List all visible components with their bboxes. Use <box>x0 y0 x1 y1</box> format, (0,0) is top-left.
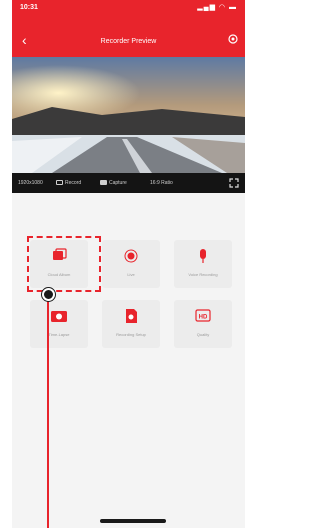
tile-quality[interactable]: HD Quality <box>174 300 232 348</box>
tile-label: Voice Recording <box>188 272 218 277</box>
app-header: 10:31 ▂▄▆ ◠ ▬ ‹ Recorder Preview <box>12 0 245 57</box>
tile-label: Live <box>127 272 135 277</box>
tile-label: Quality <box>196 332 210 337</box>
camera-icon <box>100 180 107 186</box>
pointer-line <box>47 297 49 528</box>
tile-voice-recording[interactable]: Voice Recording <box>174 240 232 288</box>
resolution-label: 1920x1080 <box>18 180 43 186</box>
svg-text:HD: HD <box>199 315 208 321</box>
microphone-icon <box>200 249 206 263</box>
home-indicator <box>100 519 166 523</box>
capture-control[interactable]: Capture <box>100 180 127 186</box>
status-icons: ▂▄▆ ◠ ▬ <box>197 4 237 11</box>
tile-label: Recording Setup <box>116 332 146 337</box>
pointer-dot <box>42 288 55 301</box>
record-control[interactable]: Record <box>56 180 81 186</box>
video-icon <box>56 180 63 186</box>
video-toolbar: 1920x1080 Record Capture 16:9 Ratio <box>12 173 245 193</box>
fullscreen-icon[interactable] <box>229 178 239 188</box>
capture-label: Capture <box>109 180 127 186</box>
camera-icon <box>51 311 67 322</box>
video-preview[interactable] <box>12 57 245 173</box>
status-time: 10:31 <box>20 4 38 11</box>
recording-setup-icon <box>126 309 137 323</box>
ratio-control[interactable]: 16:9 Ratio <box>150 180 173 186</box>
highlight-box <box>27 236 101 292</box>
hd-icon: HD <box>195 309 211 322</box>
tile-time-lapse[interactable]: Time-Lapse <box>30 300 88 348</box>
tile-recording-setup[interactable]: Recording Setup <box>102 300 160 348</box>
record-icon <box>124 249 138 263</box>
page-title: Recorder Preview <box>100 38 157 45</box>
tile-live[interactable]: Live <box>102 240 160 288</box>
gear-icon[interactable] <box>227 33 239 45</box>
record-label: Record <box>65 180 82 186</box>
tile-label: Time-Lapse <box>48 332 70 337</box>
